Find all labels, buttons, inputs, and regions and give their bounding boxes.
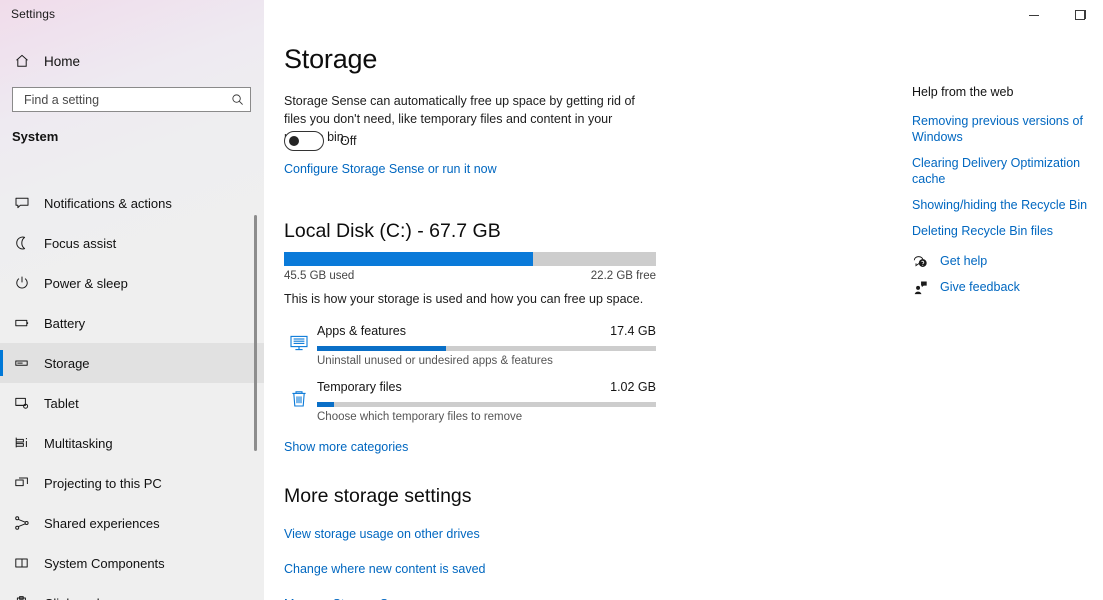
trash-icon: [284, 384, 314, 414]
sidebar-item-label: Power & sleep: [44, 275, 128, 291]
disk-usage-bar: [284, 252, 656, 266]
sidebar-item-label: Multitasking: [44, 435, 113, 451]
sidebar-item-battery[interactable]: Battery: [0, 303, 264, 343]
category-usage-bar-fill: [317, 346, 446, 351]
sidebar-item-label: System Components: [44, 555, 165, 571]
clipboard-icon: [0, 595, 44, 600]
help-link[interactable]: Removing previous versions of Windows: [912, 113, 1103, 145]
restore-button[interactable]: [1057, 0, 1103, 30]
search-icon[interactable]: [224, 93, 250, 106]
multitasking-icon: [0, 435, 44, 451]
notification-icon: [0, 195, 44, 211]
help-panel-title: Help from the web: [912, 85, 1014, 99]
sidebar-group-title: System: [12, 129, 59, 144]
help-link[interactable]: Clearing Delivery Optimization cache: [912, 155, 1103, 187]
help-action-label[interactable]: Give feedback: [940, 280, 1020, 294]
more-storage-link[interactable]: Change where new content is saved: [284, 562, 486, 576]
sidebar-item-home[interactable]: Home: [0, 47, 264, 75]
window-controls: [1011, 0, 1103, 30]
sidebar-nav-list: Notifications & actions Focus assist Power…: [0, 183, 264, 600]
sidebar-item-clipboard[interactable]: Clipboard: [0, 583, 264, 600]
disk-title: Local Disk (C:) - 67.7 GB: [284, 220, 501, 242]
category-usage-bar: [317, 402, 656, 407]
more-storage-settings-links: View storage usage on other drives Change…: [284, 527, 486, 600]
sidebar-item-label: Storage: [44, 355, 90, 371]
category-hint: Choose which temporary files to remove: [317, 411, 523, 423]
category-usage-bar: [317, 346, 656, 351]
projecting-icon: [0, 475, 44, 491]
title-bar: Settings: [0, 0, 1103, 30]
storage-category-row[interactable]: Apps & features 17.4 GB Uninstall unused o…: [284, 322, 656, 378]
sidebar-item-label: Projecting to this PC: [44, 475, 162, 491]
sidebar: Home System Notifications & actions Focus…: [0, 0, 264, 600]
help-action-get-help[interactable]: Get help: [912, 248, 1020, 274]
sidebar-home-label: Home: [44, 53, 81, 69]
more-storage-settings-title: More storage settings: [284, 485, 472, 507]
components-icon: [0, 555, 44, 571]
disk-subtitle: This is how your storage is used and how…: [284, 292, 644, 306]
toggle-knob: [289, 136, 299, 146]
sidebar-item-tablet[interactable]: Tablet: [0, 383, 264, 423]
category-hint: Uninstall unused or undesired apps & fea…: [317, 355, 553, 367]
sidebar-item-notifications-actions[interactable]: Notifications & actions: [0, 183, 264, 223]
sidebar-item-label: Notifications & actions: [44, 195, 172, 211]
category-size: 1.02 GB: [610, 380, 656, 394]
page-title: Storage: [284, 44, 378, 74]
sidebar-item-projecting-to-this-pc[interactable]: Projecting to this PC: [0, 463, 264, 503]
disk-usage-bar-fill: [284, 252, 534, 266]
window-title: Settings: [11, 7, 56, 21]
sidebar-item-storage[interactable]: Storage: [0, 343, 264, 383]
restore-icon: [1075, 10, 1086, 20]
storage-category-row[interactable]: Temporary files 1.02 GB Choose which tempo…: [284, 378, 656, 434]
sidebar-item-label: Focus assist: [44, 235, 117, 251]
help-panel: Help from the web Removing previous vers…: [904, 30, 1103, 600]
disk-free-label: 22.2 GB free: [590, 270, 656, 282]
sidebar-item-label: Battery: [44, 315, 86, 331]
configure-storage-sense-link[interactable]: Configure Storage Sense or run it now: [284, 162, 497, 176]
sidebar-item-label: Clipboard: [44, 596, 100, 600]
category-name: Temporary files: [317, 380, 402, 394]
tablet-icon: [0, 395, 44, 411]
sidebar-scrollbar-thumb[interactable]: [254, 215, 257, 451]
monitor-icon: [284, 328, 314, 358]
show-more-categories-link[interactable]: Show more categories: [284, 440, 408, 454]
storage-sense-toggle-state: Off: [340, 134, 357, 148]
sidebar-item-label: Tablet: [44, 395, 79, 411]
storage-icon: [0, 355, 44, 371]
settings-window: Settings Home Find a setting System Noti…: [0, 0, 1103, 600]
category-size: 17.4 GB: [610, 324, 656, 338]
search-box[interactable]: [12, 87, 251, 112]
storage-sense-toggle[interactable]: [284, 131, 324, 151]
sidebar-item-system-components[interactable]: System Components: [0, 543, 264, 583]
sidebar-item-power-sleep[interactable]: Power & sleep: [0, 263, 264, 303]
more-storage-link[interactable]: View storage usage on other drives: [284, 527, 486, 541]
category-usage-bar-fill: [317, 402, 334, 407]
sidebar-item-label: Shared experiences: [44, 515, 160, 531]
category-name: Apps & features: [317, 324, 406, 338]
help-action-give-feedback[interactable]: Give feedback: [912, 274, 1020, 300]
sidebar-scrollbar[interactable]: [251, 183, 260, 583]
minimize-button[interactable]: [1011, 0, 1057, 30]
sidebar-item-multitasking[interactable]: Multitasking: [0, 423, 264, 463]
power-icon: [0, 275, 44, 291]
search-input[interactable]: [13, 92, 224, 107]
help-panel-links: Removing previous versions of Windows Cle…: [912, 113, 1103, 249]
help-link[interactable]: Deleting Recycle Bin files: [912, 223, 1103, 239]
share-icon: [0, 515, 44, 531]
help-link[interactable]: Showing/hiding the Recycle Bin: [912, 197, 1103, 213]
feedback-person-icon: [912, 280, 928, 295]
question-bubble-icon: [912, 254, 928, 269]
main-content: Storage Storage Sense can automatically …: [264, 30, 904, 600]
storage-category-list: Apps & features 17.4 GB Uninstall unused o…: [284, 322, 656, 434]
battery-icon: [0, 315, 44, 331]
moon-icon: [0, 235, 44, 251]
help-panel-actions: Get help Give feedback: [912, 248, 1020, 300]
minimize-icon: [1029, 14, 1039, 16]
sidebar-item-shared-experiences[interactable]: Shared experiences: [0, 503, 264, 543]
home-icon: [0, 53, 44, 69]
sidebar-item-focus-assist[interactable]: Focus assist: [0, 223, 264, 263]
storage-sense-toggle-row: Off: [284, 131, 356, 151]
help-action-label[interactable]: Get help: [940, 254, 987, 268]
